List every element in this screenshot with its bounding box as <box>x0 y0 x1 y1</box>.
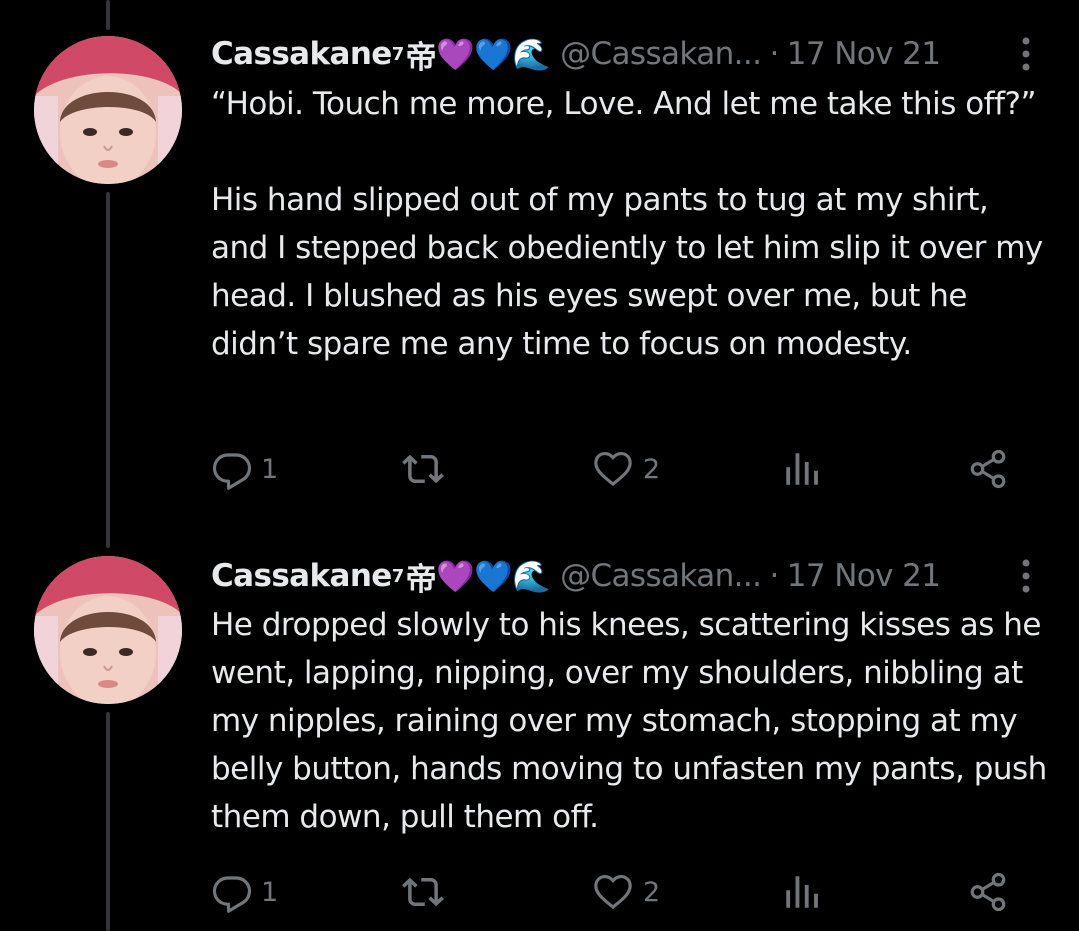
author-handle[interactable]: @Cassakan... <box>560 558 762 594</box>
share-button[interactable] <box>967 443 1009 495</box>
author-name[interactable]: Cassakane <box>211 36 392 72</box>
reply-count: 1 <box>261 453 279 485</box>
views-button[interactable] <box>781 866 831 918</box>
thread-line-bottom <box>106 712 110 931</box>
avatar-photo <box>34 36 182 184</box>
reply-button[interactable]: 1 <box>211 866 278 918</box>
more-icon-glyph <box>1022 559 1030 593</box>
heart-icon <box>594 452 632 487</box>
avatar-photo <box>34 556 182 704</box>
separator-dot: · <box>769 558 779 594</box>
views-icon <box>786 453 818 485</box>
thread-line-middle <box>106 192 110 548</box>
avatar[interactable] <box>34 556 182 704</box>
author-name-suffix: 帝 <box>405 39 437 76</box>
tweet-actions: 1 2 <box>211 866 1041 918</box>
separator-dot: · <box>769 36 779 72</box>
thread-line-top <box>106 0 110 30</box>
retweet-button[interactable] <box>399 866 455 918</box>
retweet-icon <box>402 877 444 907</box>
tweet-actions: 1 2 <box>211 443 1041 495</box>
tweet-date[interactable]: 17 Nov 21 <box>787 558 941 594</box>
reply-button[interactable]: 1 <box>211 443 278 495</box>
like-count: 2 <box>643 876 661 908</box>
reply-icon <box>212 876 252 913</box>
author-superscript: 7 <box>391 565 405 587</box>
like-count: 2 <box>643 453 661 485</box>
retweet-icon <box>402 454 444 484</box>
reply-icon <box>212 453 252 490</box>
blue-heart-icon: 💙 <box>474 36 513 73</box>
purple-heart-icon: 💜 <box>436 558 475 595</box>
views-button[interactable] <box>781 443 831 495</box>
views-icon <box>786 876 818 908</box>
more-icon[interactable] <box>1008 30 1044 78</box>
tweet-header: Cassakane 7 帝 💜 💙 🌊 @Cassakan... · 17 Nov 21 <box>211 30 941 78</box>
like-button[interactable]: 2 <box>591 443 660 495</box>
share-icon <box>970 872 1006 912</box>
tweet-text: He dropped slowly to his knees, scatteri… <box>211 607 1057 835</box>
more-icon[interactable] <box>1008 552 1044 600</box>
blue-heart-icon: 💙 <box>474 558 513 595</box>
share-icon <box>970 449 1006 489</box>
tweet-header: Cassakane 7 帝 💜 💙 🌊 @Cassakan... · 17 Nov 21 <box>211 552 941 600</box>
wave-icon: 🌊 <box>512 558 551 595</box>
tweet-text: “Hobi. Touch me more, Love. And let me t… <box>211 86 1043 362</box>
retweet-button[interactable] <box>399 443 455 495</box>
heart-icon <box>594 875 632 910</box>
like-button[interactable]: 2 <box>591 866 660 918</box>
author-name[interactable]: Cassakane <box>211 558 392 594</box>
author-superscript: 7 <box>391 43 405 65</box>
more-icon-glyph <box>1022 37 1030 71</box>
purple-heart-icon: 💜 <box>436 36 475 73</box>
reply-count: 1 <box>261 876 279 908</box>
avatar[interactable] <box>34 36 182 184</box>
wave-icon: 🌊 <box>512 36 551 73</box>
tweet-date[interactable]: 17 Nov 21 <box>787 36 941 72</box>
author-name-suffix: 帝 <box>405 561 437 598</box>
author-handle[interactable]: @Cassakan... <box>560 36 762 72</box>
share-button[interactable] <box>967 866 1009 918</box>
